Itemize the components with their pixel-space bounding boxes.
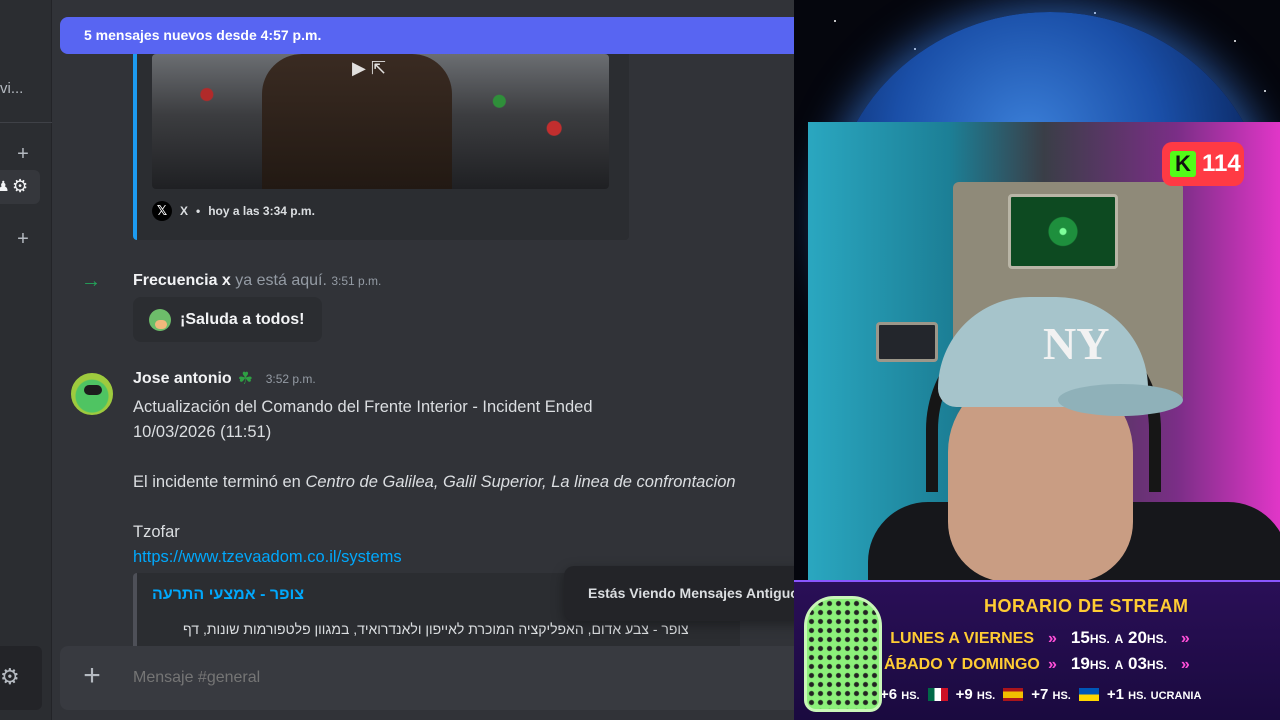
- gauge-prop: [876, 322, 938, 362]
- schedule-row-weekend: ÁBADO Y DOMINGO » 19HS. A 03HS. »: [884, 654, 1190, 673]
- clover-badge-icon[interactable]: ☘: [238, 370, 258, 388]
- schedule-title: HORARIO DE STREAM: [984, 596, 1189, 616]
- radar-screen-prop: [1008, 194, 1118, 269]
- message-line-1: Actualización del Comando del Frente Int…: [133, 398, 593, 416]
- kick-logo-icon: K: [1170, 151, 1196, 177]
- avatar[interactable]: [69, 371, 115, 417]
- link-embed-description: צופר - צבע אדום, האפליקציה המוכרת לאייפו…: [183, 621, 689, 637]
- viewing-older-messages-toast[interactable]: Estás Viendo Mensajes Antiguos: [564, 566, 824, 621]
- message-line-2: 10/03/2026 (11:51): [133, 423, 272, 441]
- incident-location: Centro de Galilea, Galil Superior, La li…: [305, 473, 736, 491]
- join-arrow-icon: →: [81, 270, 101, 292]
- embed-source: X: [180, 204, 189, 218]
- x-logo-icon: 𝕏: [152, 201, 172, 221]
- embed-timestamp: hoy a las 3:34 p.m.: [208, 204, 315, 218]
- embed-video-thumbnail[interactable]: ▶ ⇱: [152, 54, 609, 189]
- join-text: ya está aquí.: [235, 272, 327, 289]
- message-author[interactable]: Jose antonio: [133, 370, 232, 388]
- joined-user-name[interactable]: Frecuencia x: [133, 272, 231, 289]
- server-channel-rail: vi... + ♟ ⚙ + ⚙: [0, 0, 52, 720]
- schedule-row-weekdays: LUNES A VIERNES » 15HS. A 20HS. »: [890, 628, 1190, 647]
- message-composer: +: [60, 646, 794, 710]
- attach-plus-icon[interactable]: +: [80, 661, 104, 691]
- message-body: Actualización del Comando del Frente Int…: [133, 395, 783, 570]
- cap-logo: NY: [1043, 318, 1110, 369]
- user-settings-gear-icon[interactable]: ⚙: [0, 664, 20, 690]
- webcam-feed: NY: [808, 122, 1280, 582]
- cap-bill: [1058, 384, 1183, 416]
- message-line-4: Tzofar: [133, 523, 180, 541]
- new-messages-banner[interactable]: 5 mensajes nuevos desde 4:57 p.m.: [60, 17, 794, 54]
- embed-separator: •: [196, 204, 201, 218]
- stream-overlay: NY K 114 HORARIO DE STREAM LUNES A VIERN…: [794, 0, 1280, 720]
- message-timestamp: 3:52 p.m.: [265, 372, 316, 386]
- mexico-flag-icon: [927, 688, 948, 701]
- link-embed-title[interactable]: צופר - אמצעי התרעה: [152, 586, 304, 604]
- join-timestamp: 3:51 p.m.: [331, 274, 382, 288]
- message-link[interactable]: https://www.tzevaadom.co.il/systems: [133, 548, 402, 566]
- message-line-3: El incidente terminó en Centro de Galile…: [133, 473, 736, 491]
- channel-name-truncated[interactable]: vi...: [0, 80, 23, 97]
- add-channel-plus-icon[interactable]: +: [15, 144, 31, 164]
- viewer-count-badge: K 114: [1162, 142, 1244, 186]
- wave-button[interactable]: ¡Saluda a todos!: [133, 297, 323, 342]
- invite-person-icon[interactable]: ♟: [0, 178, 10, 195]
- wave-sticker-icon: [149, 308, 171, 331]
- x-post-embed[interactable]: ▶ ⇱ 𝕏 X • hoy a las 3:34 p.m.: [133, 40, 629, 240]
- channel-settings-gear-icon[interactable]: ⚙: [12, 176, 28, 197]
- embed-footer: 𝕏 X • hoy a las 3:34 p.m.: [152, 200, 315, 222]
- cactus-mascot: [804, 596, 882, 712]
- spain-flag-icon: [1003, 688, 1024, 701]
- message-input[interactable]: [133, 646, 733, 710]
- viewer-count: 114: [1202, 150, 1241, 177]
- add-category-plus-icon[interactable]: +: [15, 229, 31, 249]
- timezone-row: +6 HS. +9 HS. +7 HS. +1 HS. UCRANIA: [880, 686, 1202, 703]
- ukraine-flag-icon: [1078, 688, 1099, 701]
- play-icon[interactable]: ▶ ⇱: [352, 58, 386, 79]
- wave-button-label: ¡Saluda a todos!: [180, 310, 305, 328]
- rail-divider: [0, 122, 52, 123]
